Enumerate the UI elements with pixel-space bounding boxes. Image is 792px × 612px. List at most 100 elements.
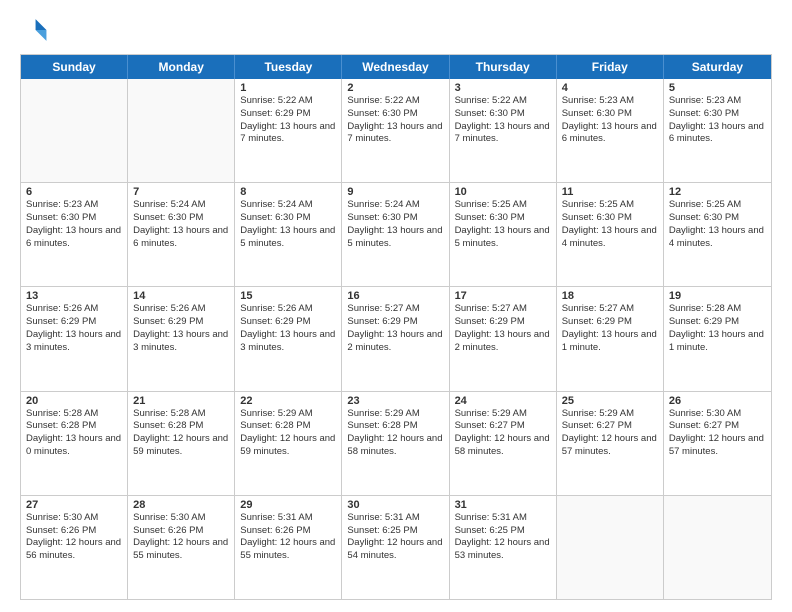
- day-number: 2: [347, 82, 443, 94]
- sunset-text: Sunset: 6:29 PM: [347, 316, 443, 329]
- sunset-text: Sunset: 6:29 PM: [240, 108, 336, 121]
- calendar-day-4: 4Sunrise: 5:23 AMSunset: 6:30 PMDaylight…: [557, 79, 664, 182]
- calendar-day-6: 6Sunrise: 5:23 AMSunset: 6:30 PMDaylight…: [21, 183, 128, 286]
- sunrise-text: Sunrise: 5:26 AM: [26, 303, 122, 316]
- sunset-text: Sunset: 6:29 PM: [562, 316, 658, 329]
- sunrise-text: Sunrise: 5:30 AM: [133, 512, 229, 525]
- daylight-text: Daylight: 12 hours and 55 minutes.: [240, 537, 336, 563]
- sunset-text: Sunset: 6:29 PM: [133, 316, 229, 329]
- sunrise-text: Sunrise: 5:22 AM: [240, 95, 336, 108]
- daylight-text: Daylight: 13 hours and 4 minutes.: [562, 225, 658, 251]
- day-number: 7: [133, 186, 229, 198]
- daylight-text: Daylight: 12 hours and 59 minutes.: [240, 433, 336, 459]
- day-number: 30: [347, 499, 443, 511]
- daylight-text: Daylight: 13 hours and 2 minutes.: [455, 329, 551, 355]
- daylight-text: Daylight: 13 hours and 3 minutes.: [133, 329, 229, 355]
- day-number: 14: [133, 290, 229, 302]
- sunrise-text: Sunrise: 5:30 AM: [669, 408, 766, 421]
- day-number: 26: [669, 395, 766, 407]
- sunrise-text: Sunrise: 5:29 AM: [562, 408, 658, 421]
- sunrise-text: Sunrise: 5:28 AM: [133, 408, 229, 421]
- header-day-saturday: Saturday: [664, 55, 771, 79]
- day-number: 21: [133, 395, 229, 407]
- daylight-text: Daylight: 13 hours and 1 minute.: [669, 329, 766, 355]
- calendar-day-27: 27Sunrise: 5:30 AMSunset: 6:26 PMDayligh…: [21, 496, 128, 599]
- day-number: 22: [240, 395, 336, 407]
- day-number: 8: [240, 186, 336, 198]
- sunrise-text: Sunrise: 5:25 AM: [562, 199, 658, 212]
- day-number: 9: [347, 186, 443, 198]
- sunrise-text: Sunrise: 5:22 AM: [455, 95, 551, 108]
- day-number: 20: [26, 395, 122, 407]
- sunset-text: Sunset: 6:28 PM: [26, 420, 122, 433]
- calendar-day-14: 14Sunrise: 5:26 AMSunset: 6:29 PMDayligh…: [128, 287, 235, 390]
- logo: [20, 16, 52, 44]
- day-number: 3: [455, 82, 551, 94]
- sunset-text: Sunset: 6:27 PM: [669, 420, 766, 433]
- sunrise-text: Sunrise: 5:27 AM: [347, 303, 443, 316]
- calendar-day-3: 3Sunrise: 5:22 AMSunset: 6:30 PMDaylight…: [450, 79, 557, 182]
- header-day-sunday: Sunday: [21, 55, 128, 79]
- sunrise-text: Sunrise: 5:24 AM: [133, 199, 229, 212]
- calendar-day-21: 21Sunrise: 5:28 AMSunset: 6:28 PMDayligh…: [128, 392, 235, 495]
- calendar-body: 1Sunrise: 5:22 AMSunset: 6:29 PMDaylight…: [21, 79, 771, 599]
- sunset-text: Sunset: 6:30 PM: [133, 212, 229, 225]
- day-number: 15: [240, 290, 336, 302]
- daylight-text: Daylight: 13 hours and 5 minutes.: [455, 225, 551, 251]
- day-number: 10: [455, 186, 551, 198]
- daylight-text: Daylight: 12 hours and 58 minutes.: [347, 433, 443, 459]
- sunrise-text: Sunrise: 5:31 AM: [455, 512, 551, 525]
- day-number: 4: [562, 82, 658, 94]
- daylight-text: Daylight: 12 hours and 55 minutes.: [133, 537, 229, 563]
- sunset-text: Sunset: 6:25 PM: [347, 525, 443, 538]
- calendar-week-5: 27Sunrise: 5:30 AMSunset: 6:26 PMDayligh…: [21, 496, 771, 599]
- calendar-day-26: 26Sunrise: 5:30 AMSunset: 6:27 PMDayligh…: [664, 392, 771, 495]
- sunset-text: Sunset: 6:26 PM: [133, 525, 229, 538]
- daylight-text: Daylight: 12 hours and 53 minutes.: [455, 537, 551, 563]
- sunrise-text: Sunrise: 5:29 AM: [240, 408, 336, 421]
- calendar-day-13: 13Sunrise: 5:26 AMSunset: 6:29 PMDayligh…: [21, 287, 128, 390]
- daylight-text: Daylight: 13 hours and 1 minute.: [562, 329, 658, 355]
- header-day-tuesday: Tuesday: [235, 55, 342, 79]
- sunset-text: Sunset: 6:29 PM: [455, 316, 551, 329]
- calendar-day-18: 18Sunrise: 5:27 AMSunset: 6:29 PMDayligh…: [557, 287, 664, 390]
- calendar-empty-cell: [128, 79, 235, 182]
- sunset-text: Sunset: 6:28 PM: [133, 420, 229, 433]
- daylight-text: Daylight: 13 hours and 5 minutes.: [347, 225, 443, 251]
- calendar-day-17: 17Sunrise: 5:27 AMSunset: 6:29 PMDayligh…: [450, 287, 557, 390]
- sunset-text: Sunset: 6:30 PM: [347, 108, 443, 121]
- calendar-day-8: 8Sunrise: 5:24 AMSunset: 6:30 PMDaylight…: [235, 183, 342, 286]
- calendar-day-24: 24Sunrise: 5:29 AMSunset: 6:27 PMDayligh…: [450, 392, 557, 495]
- sunset-text: Sunset: 6:29 PM: [240, 316, 336, 329]
- day-number: 1: [240, 82, 336, 94]
- day-number: 28: [133, 499, 229, 511]
- sunset-text: Sunset: 6:29 PM: [26, 316, 122, 329]
- daylight-text: Daylight: 12 hours and 57 minutes.: [669, 433, 766, 459]
- sunset-text: Sunset: 6:30 PM: [347, 212, 443, 225]
- sunset-text: Sunset: 6:27 PM: [455, 420, 551, 433]
- calendar-empty-cell: [664, 496, 771, 599]
- calendar-day-15: 15Sunrise: 5:26 AMSunset: 6:29 PMDayligh…: [235, 287, 342, 390]
- sunset-text: Sunset: 6:28 PM: [347, 420, 443, 433]
- daylight-text: Daylight: 13 hours and 6 minutes.: [133, 225, 229, 251]
- sunrise-text: Sunrise: 5:31 AM: [240, 512, 336, 525]
- calendar-day-16: 16Sunrise: 5:27 AMSunset: 6:29 PMDayligh…: [342, 287, 449, 390]
- sunset-text: Sunset: 6:30 PM: [26, 212, 122, 225]
- sunrise-text: Sunrise: 5:31 AM: [347, 512, 443, 525]
- daylight-text: Daylight: 13 hours and 7 minutes.: [240, 121, 336, 147]
- calendar-header: SundayMondayTuesdayWednesdayThursdayFrid…: [21, 55, 771, 79]
- header-day-monday: Monday: [128, 55, 235, 79]
- sunrise-text: Sunrise: 5:24 AM: [347, 199, 443, 212]
- calendar-day-30: 30Sunrise: 5:31 AMSunset: 6:25 PMDayligh…: [342, 496, 449, 599]
- sunset-text: Sunset: 6:30 PM: [669, 108, 766, 121]
- day-number: 19: [669, 290, 766, 302]
- sunrise-text: Sunrise: 5:25 AM: [455, 199, 551, 212]
- day-number: 31: [455, 499, 551, 511]
- day-number: 13: [26, 290, 122, 302]
- calendar-day-29: 29Sunrise: 5:31 AMSunset: 6:26 PMDayligh…: [235, 496, 342, 599]
- header-day-thursday: Thursday: [450, 55, 557, 79]
- calendar-day-10: 10Sunrise: 5:25 AMSunset: 6:30 PMDayligh…: [450, 183, 557, 286]
- day-number: 5: [669, 82, 766, 94]
- sunset-text: Sunset: 6:30 PM: [455, 108, 551, 121]
- day-number: 6: [26, 186, 122, 198]
